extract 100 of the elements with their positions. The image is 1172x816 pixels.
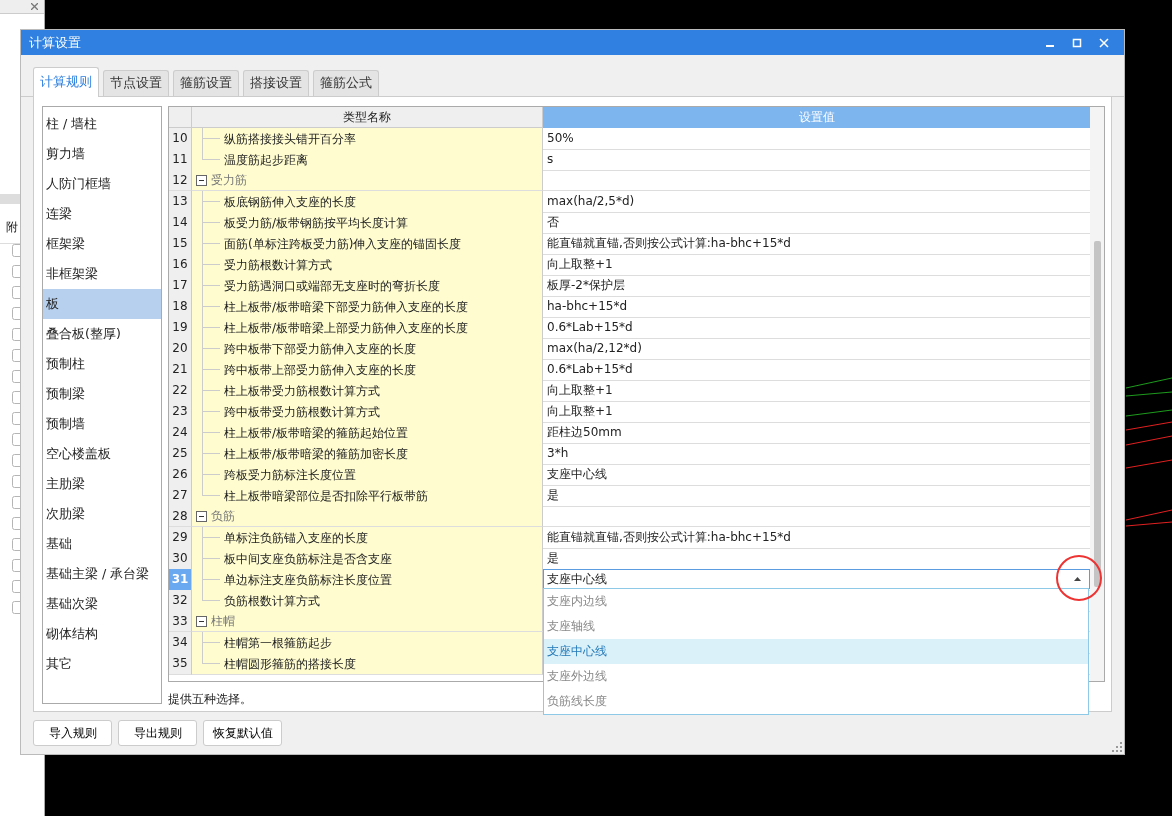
sidebar-item[interactable]: 非框架梁: [43, 259, 161, 289]
row-number: 23: [169, 401, 192, 423]
row-number: 24: [169, 422, 192, 444]
row-number: 20: [169, 338, 192, 360]
dropdown-option[interactable]: 支座中心线: [544, 639, 1088, 664]
setting-value: 0.6*Lab+15*d: [547, 362, 633, 376]
sidebar-item[interactable]: 基础: [43, 529, 161, 559]
sidebar-item[interactable]: 砌体结构: [43, 619, 161, 649]
collapse-icon[interactable]: [196, 174, 207, 186]
setting-value: 能直锚就直锚,否则按公式计算:ha-bhc+15*d: [547, 236, 791, 250]
row-number: 32: [169, 590, 192, 612]
sidebar-item[interactable]: 预制柱: [43, 349, 161, 379]
row-number: 14: [169, 212, 192, 234]
action-button[interactable]: 导入规则: [33, 720, 112, 746]
row-number: 30: [169, 548, 192, 570]
group-label: 柱帽: [211, 613, 235, 630]
tab[interactable]: 计算规则: [33, 67, 99, 97]
setting-name: 柱上板带/板带暗梁下部受力筋伸入支座的长度: [224, 298, 469, 316]
sidebar-item[interactable]: 次肋梁: [43, 499, 161, 529]
setting-name: 跨板受力筋标注长度位置: [224, 466, 356, 484]
dropdown-option[interactable]: 支座外边线: [544, 664, 1088, 689]
sidebar-item[interactable]: 连梁: [43, 199, 161, 229]
row-number: 29: [169, 527, 192, 549]
sidebar-item[interactable]: 预制墙: [43, 409, 161, 439]
setting-name: 纵筋搭接接头错开百分率: [224, 130, 356, 148]
setting-name: 柱帽圆形箍筋的搭接长度: [224, 655, 356, 673]
sidebar-item[interactable]: 预制梁: [43, 379, 161, 409]
sidebar-item[interactable]: 叠合板(整厚): [43, 319, 161, 349]
resize-grip-icon[interactable]: [1112, 742, 1122, 752]
setting-value: 向上取整+1: [547, 257, 613, 271]
row-number: 19: [169, 317, 192, 339]
setting-name: 板底钢筋伸入支座的长度: [224, 193, 356, 211]
group-label: 负筋: [211, 508, 235, 525]
row-number: 22: [169, 380, 192, 402]
setting-name: 柱帽第一根箍筋起步: [224, 634, 332, 652]
collapse-icon[interactable]: [196, 510, 207, 522]
caret-icon[interactable]: [1074, 577, 1081, 581]
header-corner: [169, 107, 192, 128]
setting-value: 3*h: [547, 446, 569, 460]
setting-name: 板中间支座负筋标注是否含支座: [224, 550, 392, 568]
setting-name: 柱上板带暗梁部位是否扣除平行板带筋: [224, 487, 428, 505]
setting-name: 跨中板带下部受力筋伸入支座的长度: [224, 340, 416, 358]
row-number: 10: [169, 128, 192, 150]
close-icon[interactable]: [31, 3, 38, 10]
setting-value: 支座中心线: [547, 467, 607, 481]
column-header: 设置值: [543, 107, 1090, 128]
setting-value: 距柱边50mm: [547, 425, 622, 439]
setting-value: 0.6*Lab+15*d: [547, 320, 633, 334]
sidebar-item[interactable]: 框架梁: [43, 229, 161, 259]
sidebar-item[interactable]: 基础主梁 / 承台梁: [43, 559, 161, 589]
sidebar-item[interactable]: 基础次梁: [43, 589, 161, 619]
sidebar-item[interactable]: 空心楼盖板: [43, 439, 161, 469]
tab[interactable]: 节点设置: [103, 70, 169, 96]
setting-name: 跨中板带受力筋根数计算方式: [224, 403, 380, 421]
highlight-circle: [1056, 555, 1102, 601]
setting-value: 向上取整+1: [547, 404, 613, 418]
collapse-icon[interactable]: [196, 615, 207, 627]
row-number: 28: [169, 506, 192, 527]
sidebar-item[interactable]: 人防门框墙: [43, 169, 161, 199]
row-number: 31: [169, 569, 192, 591]
setting-name: 单标注负筋锚入支座的长度: [224, 529, 368, 547]
row-number: 17: [169, 275, 192, 297]
row-number: 18: [169, 296, 192, 318]
setting-value: max(ha/2,12*d): [547, 341, 642, 355]
setting-name: 受力筋遇洞口或端部无支座时的弯折长度: [224, 277, 440, 295]
group-label: 受力筋: [211, 172, 247, 189]
tab[interactable]: 箍筋公式: [313, 70, 379, 96]
setting-name: 柱上板带/板带暗梁的箍筋加密长度: [224, 445, 409, 463]
row-number: 12: [169, 170, 192, 191]
value-dropdown[interactable]: 支座中心线: [543, 569, 1090, 589]
setting-name: 柱上板带/板带暗梁的箍筋起始位置: [224, 424, 409, 442]
sidebar-item[interactable]: 柱 / 墙柱: [43, 109, 161, 139]
setting-value: 50%: [547, 131, 574, 145]
setting-value: 板厚-2*保护层: [547, 278, 625, 292]
setting-name: 面筋(单标注跨板受力筋)伸入支座的锚固长度: [224, 235, 462, 253]
sidebar-item[interactable]: 板: [43, 289, 161, 319]
row-number: 15: [169, 233, 192, 255]
setting-value: 是: [547, 488, 559, 502]
tab[interactable]: 搭接设置: [243, 70, 309, 96]
setting-name: 温度筋起步距离: [224, 151, 308, 169]
maximize-icon[interactable]: [1072, 37, 1082, 48]
tab[interactable]: 箍筋设置: [173, 70, 239, 96]
setting-value: s: [547, 152, 554, 166]
dropdown-option[interactable]: 支座内边线: [544, 589, 1088, 614]
sidebar-item[interactable]: 剪力墙: [43, 139, 161, 169]
setting-name: 柱上板带/板带暗梁上部受力筋伸入支座的长度: [224, 319, 469, 337]
sidebar-item[interactable]: 主肋梁: [43, 469, 161, 499]
row-number: 13: [169, 191, 192, 213]
action-button[interactable]: 导出规则: [118, 720, 197, 746]
setting-name: 单边标注支座负筋标注长度位置: [224, 571, 392, 589]
action-button[interactable]: 恢复默认值: [203, 720, 282, 746]
setting-value: max(ha/2,5*d): [547, 194, 635, 208]
column-header: 类型名称: [192, 107, 543, 128]
dropdown-option[interactable]: 负筋线长度: [544, 689, 1088, 714]
scrollbar[interactable]: [1090, 107, 1104, 681]
row-number: 25: [169, 443, 192, 465]
dropdown-option[interactable]: 支座轴线: [544, 614, 1088, 639]
setting-value: 能直锚就直锚,否则按公式计算:ha-bhc+15*d: [547, 530, 791, 544]
sidebar-item[interactable]: 其它: [43, 649, 161, 679]
setting-name: 受力筋根数计算方式: [224, 256, 332, 274]
